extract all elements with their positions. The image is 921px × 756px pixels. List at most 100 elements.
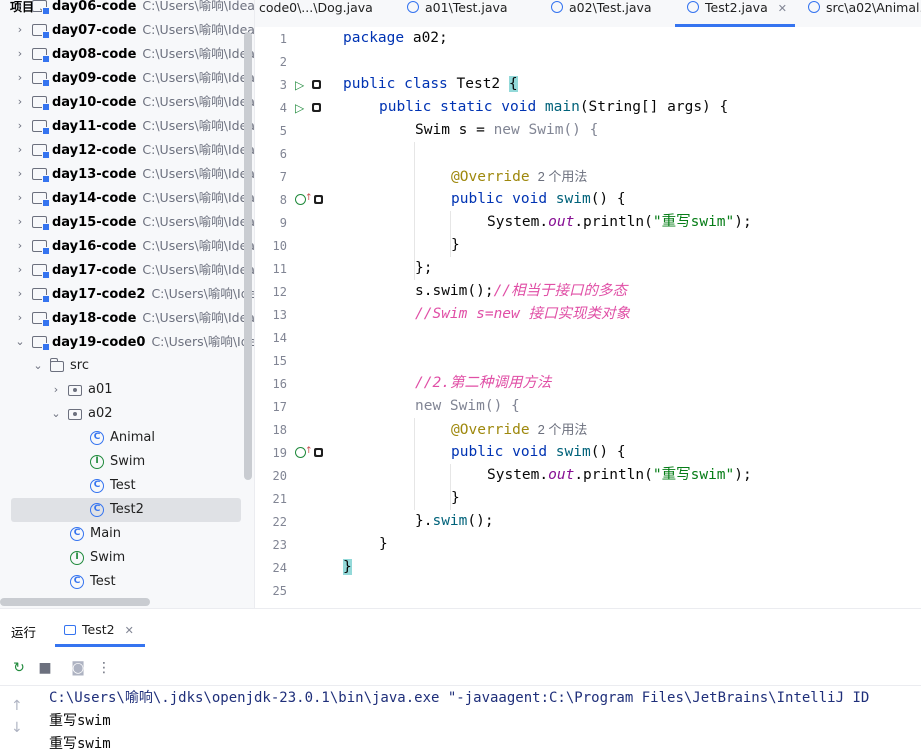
tree-item-label: day09-code	[52, 71, 137, 86]
tree-folder-src[interactable]: ⌄ src	[0, 354, 244, 378]
code-text: () {	[590, 444, 626, 460]
line-number: 7	[279, 170, 287, 184]
code-editor[interactable]: package a02; public class Test2 { public…	[341, 27, 921, 608]
tab-a01-test-java[interactable]: a01\Test.java	[407, 0, 508, 27]
more-options-icon[interactable]: ⋮	[96, 660, 112, 676]
chevron-right-icon[interactable]: ›	[14, 258, 26, 282]
chevron-down-icon[interactable]: ⌄	[50, 402, 62, 426]
tree-package-a02[interactable]: ⌄ a02	[0, 402, 244, 426]
usage-hint[interactable]: 2 个用法	[538, 422, 588, 437]
project-panel: 项目⌄ ›day06-codeC:\Users\喻响\IdeaPro›day07…	[0, 0, 255, 608]
run-tool-window: 运行 Test2 ✕ ↻ ■ ◙ ⋮ ↑ ↓ C:\Users\喻响\.jdks\…	[0, 608, 921, 756]
chevron-right-icon[interactable]: ›	[14, 42, 26, 66]
tree-file-a02-swim[interactable]: I Swim	[0, 450, 244, 474]
chevron-right-icon[interactable]: ›	[14, 210, 26, 234]
tab-dog-java[interactable]: code0\...\Dog.java	[259, 0, 373, 27]
tree-module-day08-code[interactable]: › day08-code C:\Users\喻响\IdeaPro	[0, 42, 254, 66]
console-scroll-arrows: ↑ ↓	[11, 695, 23, 739]
tab-animal-java[interactable]: src\a02\Animal.j	[808, 0, 921, 27]
chevron-right-icon[interactable]: ›	[14, 90, 26, 114]
gutter-override-marker[interactable]	[295, 440, 323, 465]
tree-module-day06-code[interactable]: › day06-code C:\Users\喻响\IdeaPro	[0, 0, 254, 18]
camera-icon[interactable]: ◙	[70, 660, 86, 676]
tree-module-day10-code[interactable]: › day10-code C:\Users\喻响\IdeaPro	[0, 90, 254, 114]
tree-module-day18-code[interactable]: › day18-code C:\Users\喻响\IdeaPro	[0, 306, 254, 330]
code-text: .println(	[574, 467, 653, 483]
tree-file-a02-test[interactable]: C Test	[0, 474, 244, 498]
arrow-up-icon[interactable]: ↑	[11, 695, 23, 717]
usage-hint[interactable]: 2 个用法	[538, 169, 588, 184]
chevron-right-icon[interactable]: ›	[14, 162, 26, 186]
tree-file-a02-test2[interactable]: C Test2	[11, 498, 241, 522]
rerun-icon[interactable]: ↻	[11, 660, 27, 676]
keyword: public	[451, 191, 504, 207]
tree-module-day19-code0[interactable]: ⌄ day19-code0 C:\Users\喻响\IdeaPr	[0, 330, 254, 354]
tree-module-day15-code[interactable]: › day15-code C:\Users\喻响\IdeaPro	[0, 210, 254, 234]
gutter-run-marker[interactable]: ▷	[295, 74, 322, 97]
chevron-right-icon[interactable]: ›	[50, 378, 62, 402]
tree-file-a02-animal[interactable]: C Animal	[0, 426, 244, 450]
code-line-8: public void swim() {	[451, 188, 626, 211]
bookmark-icon[interactable]	[312, 80, 322, 89]
chevron-right-icon[interactable]: ›	[14, 282, 26, 306]
tree-item-label: day12-code	[52, 143, 137, 158]
close-icon[interactable]: ✕	[778, 2, 787, 15]
arrow-down-icon[interactable]: ↓	[11, 717, 23, 739]
code-line-7: @Override 2 个用法	[451, 165, 587, 188]
run-icon[interactable]: ▷	[295, 101, 304, 115]
tree-module-day17-code[interactable]: › day17-code C:\Users\喻响\IdeaPro	[0, 258, 254, 282]
chevron-down-icon[interactable]: ⌄	[14, 330, 26, 354]
run-tab-test2[interactable]: Test2 ✕	[55, 609, 145, 647]
chevron-right-icon[interactable]: ›	[14, 0, 26, 18]
stop-icon[interactable]: ■	[37, 660, 53, 676]
tree-module-day07-code[interactable]: › day07-code C:\Users\喻响\IdeaPro	[0, 18, 254, 42]
code-line-22: }.swim();	[415, 510, 494, 533]
run-config-icon	[64, 625, 76, 635]
bookmark-icon[interactable]	[312, 103, 322, 112]
gutter-run-marker[interactable]: ▷	[295, 97, 322, 120]
tab-a02-test-java[interactable]: a02\Test.java	[551, 0, 652, 27]
tree-module-day14-code[interactable]: › day14-code C:\Users\喻响\IdeaPro	[0, 186, 254, 210]
tree-module-day16-code[interactable]: › day16-code C:\Users\喻响\IdeaPro	[0, 234, 254, 258]
code-line-4: public static void main(String[] args) {	[379, 96, 728, 119]
chevron-right-icon[interactable]: ›	[14, 66, 26, 90]
module-icon	[32, 0, 50, 15]
module-path: C:\Users\喻响\IdeaPro	[142, 262, 254, 277]
tree-item-label: day07-code	[52, 23, 137, 38]
module-path: C:\Users\喻响\IdeaPro	[142, 310, 254, 325]
tree-file-src-swim[interactable]: I Swim	[0, 546, 244, 570]
implements-method-icon[interactable]	[295, 187, 313, 210]
line-number: 8	[279, 193, 287, 207]
bookmark-icon[interactable]	[314, 195, 323, 204]
module-icon	[32, 144, 50, 159]
tree-file-src-test[interactable]: C Test	[0, 570, 244, 594]
tree-module-day17-code2[interactable]: › day17-code2 C:\Users\喻响\IdeaPr	[0, 282, 254, 306]
tree-module-day12-code[interactable]: › day12-code C:\Users\喻响\IdeaPro	[0, 138, 254, 162]
tree-module-day11-code[interactable]: › day11-code C:\Users\喻响\IdeaPro	[0, 114, 254, 138]
line-number: 24	[272, 561, 287, 575]
chevron-right-icon[interactable]: ›	[14, 138, 26, 162]
tree-module-day13-code[interactable]: › day13-code C:\Users\喻响\IdeaPro	[0, 162, 254, 186]
console-output[interactable]: C:\Users\喻响\.jdks\openjdk-23.0.1\bin\jav…	[49, 687, 869, 756]
chevron-down-icon[interactable]: ⌄	[32, 354, 44, 378]
tab-test2-java[interactable]: Test2.java ✕	[675, 0, 795, 27]
tree-module-day09-code[interactable]: › day09-code C:\Users\喻响\IdeaPro	[0, 66, 254, 90]
chevron-right-icon[interactable]: ›	[14, 18, 26, 42]
implements-method-icon[interactable]	[295, 440, 313, 463]
chevron-right-icon[interactable]: ›	[14, 114, 26, 138]
horizontal-scrollbar[interactable]	[0, 598, 150, 606]
vertical-scrollbar[interactable]	[244, 32, 252, 480]
close-icon[interactable]: ✕	[125, 624, 134, 637]
annotation: @Override	[451, 169, 530, 185]
chevron-right-icon[interactable]: ›	[14, 306, 26, 330]
run-icon[interactable]: ▷	[295, 78, 304, 92]
chevron-right-icon[interactable]: ›	[14, 234, 26, 258]
bookmark-icon[interactable]	[314, 448, 323, 457]
module-icon	[32, 216, 50, 231]
code-text: );	[734, 214, 752, 230]
tree-file-src-main[interactable]: C Main	[0, 522, 244, 546]
gutter-override-marker[interactable]	[295, 187, 323, 212]
chevron-right-icon[interactable]: ›	[14, 186, 26, 210]
tree-package-a01[interactable]: › a01	[0, 378, 244, 402]
editor-tab-bar: code0\...\Dog.java a01\Test.java a02\Tes…	[255, 0, 921, 28]
